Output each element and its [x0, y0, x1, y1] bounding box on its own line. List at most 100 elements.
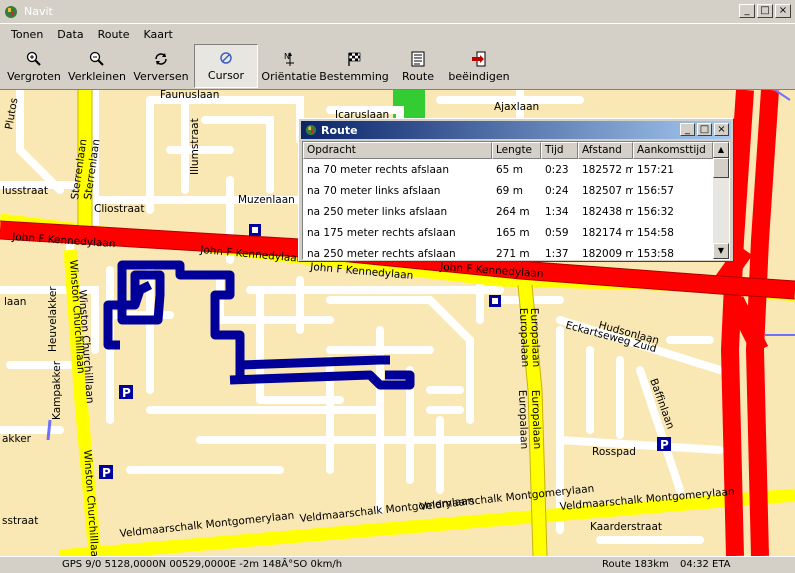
cell-lengte: 69 m	[496, 184, 523, 197]
cell-aankomsttijd: 157:21	[637, 163, 674, 176]
street-label: laan	[4, 296, 26, 308]
refresh-label: Verversen	[133, 70, 189, 83]
cell-afstand: 182009 m	[582, 247, 633, 260]
table-row[interactable]: na 250 meter rechts afslaan 271 m 1:37 1…	[303, 243, 729, 260]
route-button[interactable]: Route	[388, 44, 448, 88]
column-header-afstand[interactable]: Afstand	[578, 142, 633, 159]
destination-flag-icon	[348, 52, 361, 66]
eta-status: 04:32 ETA	[680, 559, 731, 570]
route-dialog[interactable]: Route _ □ × Opdracht Lengte Tijd Afstand…	[298, 118, 734, 262]
exit-label: beëindigen	[448, 70, 510, 83]
refresh-button[interactable]: Verversen	[128, 44, 194, 88]
cell-aankomsttijd: 153:58	[637, 247, 674, 260]
orientation-icon: N	[284, 52, 294, 66]
cell-tijd: 1:37	[545, 247, 569, 260]
parking-icon: P	[657, 437, 671, 452]
scroll-up-arrow[interactable]: ▲	[713, 142, 729, 158]
cell-lengte: 165 m	[496, 226, 530, 239]
cell-aankomsttijd: 156:57	[637, 184, 674, 197]
svg-text:P: P	[102, 466, 111, 480]
gps-status: GPS 9/0 5128,0000N 00529,0000E -2m 148Â°…	[62, 559, 343, 570]
menu-data[interactable]: Data	[50, 28, 90, 41]
cell-tijd: 0:59	[545, 226, 569, 239]
dialog-close-button[interactable]: ×	[714, 123, 729, 136]
column-header-opdracht[interactable]: Opdracht	[303, 142, 492, 159]
column-header-tijd[interactable]: Tijd	[541, 142, 578, 159]
street-label: Europalaan	[516, 390, 530, 450]
orientation-label: Oriëntatie	[261, 70, 317, 83]
street-label: Europalaan	[529, 390, 543, 450]
street-label: Kampakker	[51, 360, 63, 420]
app-icon	[5, 5, 17, 18]
route-list-icon	[411, 51, 425, 67]
street-label: Cliostraat	[94, 203, 144, 215]
status-bar: GPS 9/0 5128,0000N 00529,0000E -2m 148Â°…	[0, 556, 795, 573]
close-button[interactable]: ×	[775, 4, 791, 18]
parking-icon: P	[119, 385, 133, 400]
zoom-out-label: Verkleinen	[68, 70, 126, 83]
cursor-icon	[220, 52, 232, 64]
cell-lengte: 264 m	[496, 205, 530, 218]
dialog-maximize-button[interactable]: □	[697, 123, 712, 136]
street-label: Ajaxlaan	[494, 101, 539, 113]
refresh-icon	[155, 53, 167, 65]
destination-label: Bestemming	[319, 70, 389, 83]
table-row[interactable]: na 175 meter rechts afslaan 165 m 0:59 1…	[303, 222, 729, 243]
street-label: Illumstraat	[189, 118, 201, 175]
cell-opdracht: na 250 meter links afslaan	[307, 205, 448, 218]
cell-tijd: 0:23	[545, 163, 569, 176]
column-header-aankomsttijd[interactable]: Aankomsttijd	[633, 142, 713, 159]
route-dialog-title: Route	[321, 123, 358, 137]
cursor-label: Cursor	[207, 69, 245, 82]
street-label: lusstraat	[2, 185, 48, 197]
vertical-scrollbar[interactable]: ▲ ▼	[713, 142, 729, 259]
menu-route[interactable]: Route	[91, 28, 137, 41]
street-label: Rosspad	[592, 446, 636, 458]
street-label: Muzenlaan	[238, 194, 295, 206]
window-titlebar: Navit _ □ ×	[0, 0, 795, 24]
column-header-lengte[interactable]: Lengte	[492, 142, 541, 159]
table-row[interactable]: na 250 meter links afslaan 264 m 1:34 18…	[303, 201, 729, 222]
scroll-thumb[interactable]	[713, 158, 729, 178]
cell-opdracht: na 250 meter rechts afslaan	[307, 247, 456, 260]
menu-tonen[interactable]: Tonen	[4, 28, 50, 41]
zoom-in-label: Vergroten	[7, 70, 61, 83]
cell-lengte: 65 m	[496, 163, 523, 176]
street-label: akker	[2, 433, 32, 445]
zoom-out-icon	[89, 51, 104, 66]
route-dialog-titlebar[interactable]: Route _ □ ×	[301, 121, 731, 139]
svg-text:P: P	[660, 438, 669, 452]
street-label: Kaarderstraat	[590, 521, 662, 533]
cell-aankomsttijd: 154:58	[637, 226, 674, 239]
maximize-button[interactable]: □	[757, 4, 773, 18]
cell-opdracht: na 175 meter rechts afslaan	[307, 226, 456, 239]
cell-opdracht: na 70 meter rechts afslaan	[307, 163, 449, 176]
window-title: Navit	[24, 5, 53, 18]
minimize-button[interactable]: _	[739, 4, 755, 18]
street-label: Heuvelakker	[47, 286, 59, 352]
cursor-button[interactable]: Cursor	[194, 44, 258, 88]
app-icon	[305, 124, 317, 136]
cell-opdracht: na 70 meter links afslaan	[307, 184, 441, 197]
table-row[interactable]: na 70 meter rechts afslaan 65 m 0:23 182…	[303, 159, 729, 180]
cell-afstand: 182507 m	[582, 184, 633, 197]
scroll-down-arrow[interactable]: ▼	[713, 243, 729, 259]
menu-kaart[interactable]: Kaart	[137, 28, 180, 41]
destination-button[interactable]: Bestemming	[319, 44, 389, 88]
cell-tijd: 0:24	[545, 184, 569, 197]
route-distance: Route 183km	[602, 559, 669, 570]
zoom-out-button[interactable]: Verkleinen	[66, 44, 128, 88]
street-label: sstraat	[2, 515, 38, 527]
route-table[interactable]: Opdracht Lengte Tijd Afstand Aankomsttij…	[302, 141, 730, 260]
table-header: Opdracht Lengte Tijd Afstand Aankomsttij…	[303, 142, 729, 159]
route-label: Route	[402, 70, 434, 83]
poi-icon	[249, 224, 261, 236]
dialog-minimize-button[interactable]: _	[680, 123, 695, 136]
orientation-button[interactable]: N Oriëntatie	[258, 44, 320, 88]
exit-button[interactable]: beëindigen	[448, 44, 510, 88]
zoom-in-button[interactable]: Vergroten	[2, 44, 66, 88]
table-row[interactable]: na 70 meter links afslaan 69 m 0:24 1825…	[303, 180, 729, 201]
svg-text:N: N	[284, 52, 290, 61]
zoom-in-icon	[26, 51, 41, 66]
cell-lengte: 271 m	[496, 247, 530, 260]
